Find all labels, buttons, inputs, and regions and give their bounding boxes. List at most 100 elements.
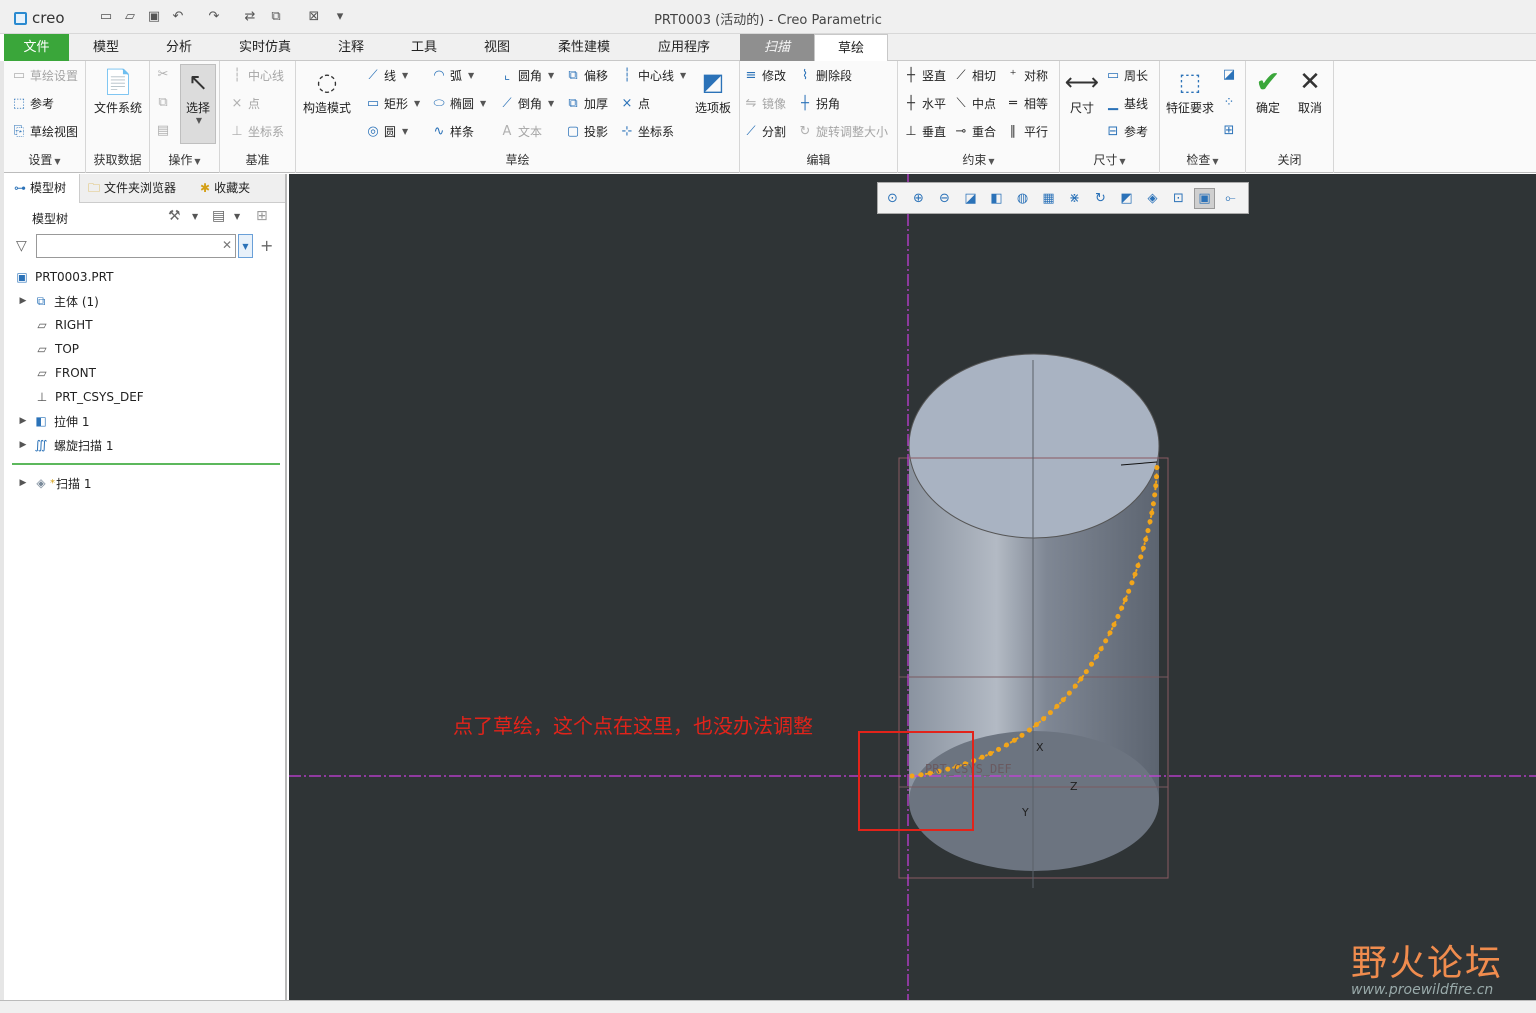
vertical-constraint[interactable]: ┼ 竖直 bbox=[904, 67, 946, 84]
tree-settings-icon[interactable]: ⚒ bbox=[168, 208, 181, 224]
spin-center-icon[interactable]: ↻ bbox=[1090, 188, 1111, 209]
cancel-button[interactable]: ✕ 取消 bbox=[1290, 65, 1330, 116]
divide-button[interactable]: ⟋ 分割 bbox=[744, 123, 786, 140]
references-button[interactable]: ⬚ 参考 bbox=[12, 95, 54, 112]
reference-dim-button[interactable]: ⊟ 参考 bbox=[1106, 123, 1148, 140]
group-label-dimension[interactable]: 尺寸 ▼ bbox=[1060, 151, 1159, 168]
tab-favorites[interactable]: ✱ 收藏夹 bbox=[200, 174, 270, 203]
section-icon[interactable]: ▦ bbox=[1038, 188, 1059, 209]
tab-model-tree[interactable]: ⊶ 模型树 bbox=[4, 174, 80, 203]
tab-annotate[interactable]: 注释 bbox=[319, 34, 383, 61]
chevron-down-icon[interactable]: ▼ bbox=[234, 212, 240, 221]
group-label-constrain[interactable]: 约束 ▼ bbox=[898, 151, 1059, 168]
expand-icon[interactable]: ▶ bbox=[18, 478, 28, 488]
tree-item-sweep[interactable]: ▶ ◈ * 扫描 1 bbox=[18, 472, 92, 494]
tree-search-input[interactable] bbox=[36, 234, 236, 258]
tree-item-top[interactable]: ▱ TOP bbox=[34, 338, 79, 360]
tab-folder-browser[interactable]: 🗀 文件夹浏览器 bbox=[88, 174, 198, 203]
tree-item-helical-sweep[interactable]: ▶ ∭ 螺旋扫描 1 bbox=[18, 434, 114, 456]
copy-icon[interactable]: ⧉ bbox=[156, 95, 170, 110]
sketch-csys-button[interactable]: ⊹ 坐标系 bbox=[620, 123, 674, 140]
graphics-window[interactable]: PRT_CSYS_DEF X Z Y ⊙ ⊕ ⊖ ◪ ◧ ◍ ▦ ⋇ ↻ ◩ ◈… bbox=[289, 174, 1536, 1000]
tab-model[interactable]: 模型 bbox=[74, 34, 138, 61]
highlight-open-ends-icon[interactable]: ⁘ bbox=[1222, 95, 1236, 110]
display-style-icon[interactable]: ◍ bbox=[1012, 188, 1033, 209]
line-button[interactable]: ⟋ 线 ▼ bbox=[366, 67, 408, 84]
construction-mode-button[interactable]: ◌ 构造模式 bbox=[298, 65, 356, 116]
tree-columns-icon[interactable]: ▤ bbox=[212, 208, 225, 224]
expand-icon[interactable]: ▶ bbox=[18, 296, 28, 306]
tab-sweep[interactable]: 扫描 bbox=[740, 34, 814, 61]
offset-button[interactable]: ⧉ 偏移 bbox=[566, 67, 608, 84]
group-label-settings[interactable]: 设置 ▼ bbox=[4, 151, 85, 168]
symmetric-constraint[interactable]: ⁺ 对称 bbox=[1006, 67, 1048, 84]
sketch-view-icon[interactable]: ⊡ bbox=[1168, 188, 1189, 209]
rotate-resize-button[interactable]: ↻ 旋转调整大小 bbox=[798, 123, 888, 140]
tab-flexible-modeling[interactable]: 柔性建模 bbox=[544, 34, 624, 61]
tree-filter-icon[interactable]: ⊞ bbox=[256, 208, 268, 224]
shade-closed-loops-icon[interactable]: ⊞ bbox=[1222, 123, 1236, 138]
tree-item-front[interactable]: ▱ FRONT bbox=[34, 362, 96, 384]
file-system-button[interactable]: 📄 文件系统 bbox=[90, 65, 146, 116]
ellipse-button[interactable]: ⬭ 椭圆 ▼ bbox=[432, 95, 486, 112]
saved-views-icon[interactable]: ◧ bbox=[986, 188, 1007, 209]
expand-icon[interactable]: ▶ bbox=[18, 416, 28, 426]
ok-button[interactable]: ✔ 确定 bbox=[1248, 65, 1288, 116]
tree-item-body[interactable]: ▶ ⧉ 主体 (1) bbox=[18, 290, 99, 312]
tangent-constraint[interactable]: ⟋ 相切 bbox=[954, 67, 996, 84]
overlap-geometry-icon[interactable]: ◪ bbox=[1222, 67, 1236, 82]
tab-tools[interactable]: 工具 bbox=[392, 34, 456, 61]
tab-analysis[interactable]: 分析 bbox=[147, 34, 211, 61]
annotation-display-icon[interactable]: ◩ bbox=[1116, 188, 1137, 209]
repaint-icon[interactable]: ◪ bbox=[960, 188, 981, 209]
sketch-view-button[interactable]: ⎘ 草绘视图 bbox=[12, 123, 78, 140]
palette-button[interactable]: ◩ 选项板 bbox=[690, 65, 736, 116]
chevron-down-icon[interactable]: ▼ bbox=[192, 212, 198, 221]
zoom-out-icon[interactable]: ⊖ bbox=[934, 188, 955, 209]
datum-point-button[interactable]: × 点 bbox=[230, 95, 260, 112]
sketch-point-button[interactable]: × 点 bbox=[620, 95, 650, 112]
midpoint-constraint[interactable]: ⟍ 中点 bbox=[954, 95, 996, 112]
modify-button[interactable]: ≡ 修改 bbox=[744, 67, 786, 84]
paste-icon[interactable]: ▤ bbox=[156, 123, 170, 138]
mirror-button[interactable]: ⇋ 镜像 bbox=[744, 95, 786, 112]
tree-item-csys[interactable]: ⊥ PRT_CSYS_DEF bbox=[34, 386, 144, 408]
cut-icon[interactable]: ✂ bbox=[156, 67, 170, 82]
clear-search-icon[interactable]: ✕ bbox=[222, 238, 232, 252]
thicken-button[interactable]: ⧉ 加厚 bbox=[566, 95, 608, 112]
horizontal-constraint[interactable]: ┼ 水平 bbox=[904, 95, 946, 112]
sketch-centerline-button[interactable]: ┆ 中心线 ▼ bbox=[620, 67, 686, 84]
select-icon[interactable]: ⟜ bbox=[1220, 188, 1241, 209]
arc-button[interactable]: ◠ 弧 ▼ bbox=[432, 67, 474, 84]
tab-applications[interactable]: 应用程序 bbox=[644, 34, 724, 61]
sketch-display-icon[interactable]: ▣ bbox=[1194, 187, 1215, 209]
group-label-inspect[interactable]: 检查 ▼ bbox=[1160, 151, 1245, 168]
feature-requirements-button[interactable]: ⬚ 特征要求 bbox=[1162, 65, 1218, 116]
expand-icon[interactable]: ▶ bbox=[18, 440, 28, 450]
search-dropdown-button[interactable]: ▼ bbox=[238, 234, 253, 258]
sketch-setup-button[interactable]: ▭ 草绘设置 bbox=[12, 67, 78, 84]
zoom-in-icon[interactable]: ⊕ bbox=[908, 188, 929, 209]
zoom-fit-icon[interactable]: ⊙ bbox=[882, 188, 903, 209]
perpendicular-constraint[interactable]: ⊥ 垂直 bbox=[904, 123, 946, 140]
baseline-button[interactable]: ▁ 基线 bbox=[1106, 95, 1148, 112]
delete-segment-button[interactable]: ⌇ 删除段 bbox=[798, 67, 852, 84]
parallel-constraint[interactable]: ∥ 平行 bbox=[1006, 123, 1048, 140]
dimension-button[interactable]: ⟷ 尺寸 bbox=[1062, 65, 1102, 116]
coincident-constraint[interactable]: ⊸ 重合 bbox=[954, 123, 996, 140]
tree-item-extrude[interactable]: ▶ ◧ 拉伸 1 bbox=[18, 410, 90, 432]
corner-button[interactable]: ┼ 拐角 bbox=[798, 95, 840, 112]
tab-view[interactable]: 视图 bbox=[465, 34, 529, 61]
group-label-operations[interactable]: 操作 ▼ bbox=[150, 151, 219, 168]
chamfer-button[interactable]: ⟋ 倒角 ▼ bbox=[500, 95, 554, 112]
text-button[interactable]: A 文本 bbox=[500, 123, 542, 140]
fillet-button[interactable]: ⌞ 圆角 ▼ bbox=[500, 67, 554, 84]
tree-item-right[interactable]: ▱ RIGHT bbox=[34, 314, 92, 336]
select-button[interactable]: ↖ 选择 ▼ bbox=[180, 64, 216, 144]
spline-button[interactable]: ∿ 样条 bbox=[432, 123, 474, 140]
rectangle-button[interactable]: ▭ 矩形 ▼ bbox=[366, 95, 420, 112]
insert-here-indicator[interactable] bbox=[12, 463, 280, 465]
equal-constraint[interactable]: ═ 相等 bbox=[1006, 95, 1048, 112]
tab-simulation[interactable]: 实时仿真 bbox=[226, 34, 304, 61]
perimeter-button[interactable]: ▭ 周长 bbox=[1106, 67, 1148, 84]
